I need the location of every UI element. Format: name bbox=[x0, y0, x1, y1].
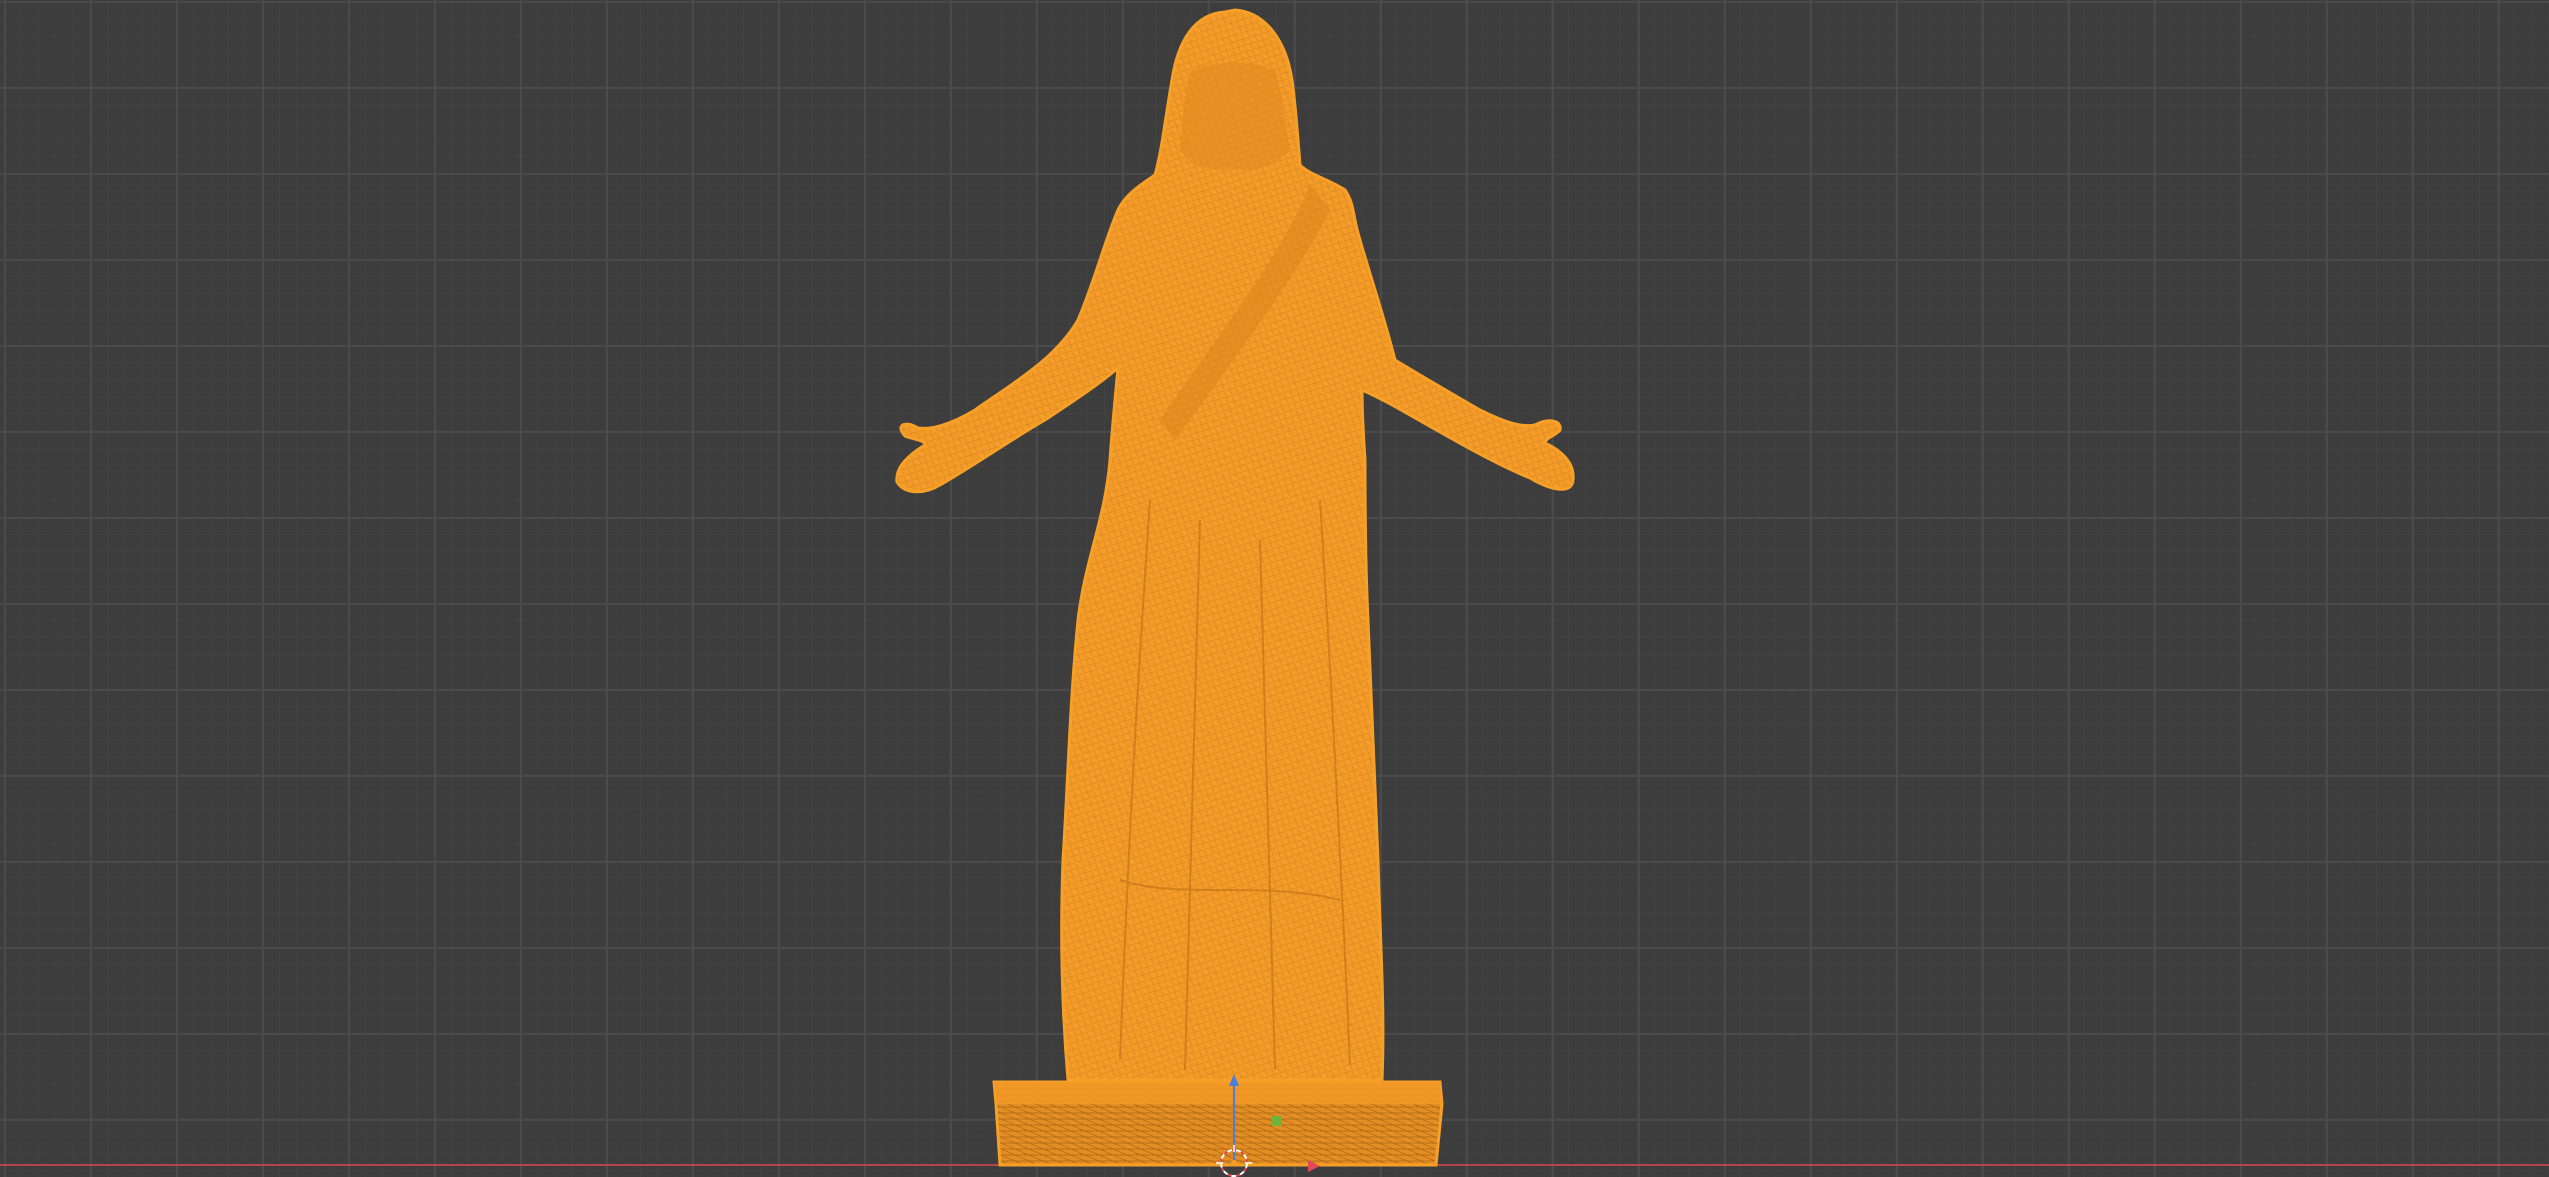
statue-hood bbox=[1180, 62, 1290, 170]
statue-base-top bbox=[994, 1082, 1442, 1104]
y-axis-gizmo bbox=[1272, 1116, 1282, 1126]
origin-dot bbox=[1231, 1160, 1237, 1166]
3d-viewport[interactable] bbox=[0, 0, 2549, 1177]
viewport-scene bbox=[895, 8, 1575, 1177]
statue-body[interactable] bbox=[895, 8, 1575, 1082]
statue-mesh[interactable] bbox=[895, 8, 1575, 1167]
